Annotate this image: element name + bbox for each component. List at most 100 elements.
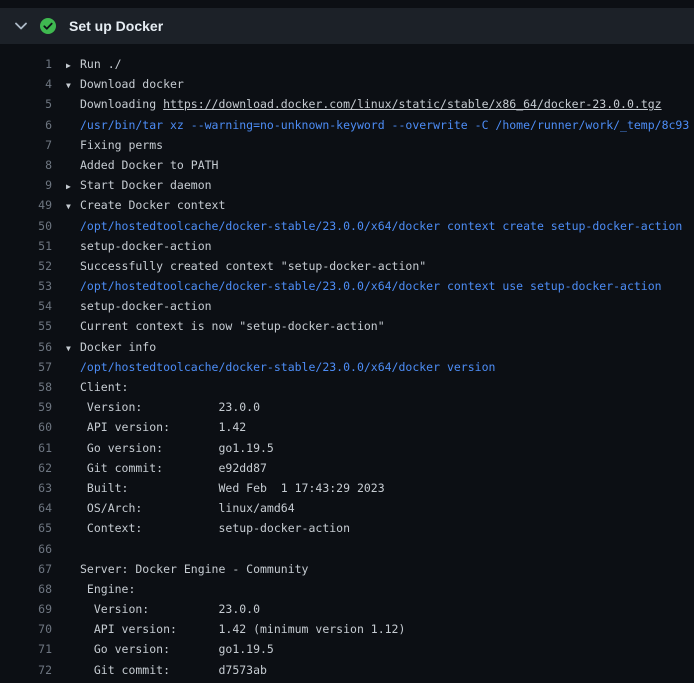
line-content: API version: 1.42 [52, 417, 694, 437]
line-content[interactable]: ▼Docker info [52, 337, 694, 357]
line-number[interactable]: 56 [0, 337, 52, 357]
log-link[interactable]: https://download.docker.com/linux/static… [163, 97, 662, 111]
line-number[interactable]: 53 [0, 276, 52, 296]
line-number[interactable]: 60 [0, 417, 52, 437]
expand-icon[interactable]: ▶ [66, 56, 80, 74]
log-line: 4▼Download docker [0, 74, 694, 94]
line-number[interactable]: 1 [0, 54, 52, 74]
group-label: Download docker [80, 77, 184, 91]
log-text: setup-docker-action [80, 239, 212, 253]
line-number[interactable]: 7 [0, 135, 52, 155]
group-label: Start Docker daemon [80, 178, 212, 192]
step-title: Set up Docker [69, 18, 163, 34]
line-content: OS/Arch: linux/amd64 [52, 498, 694, 518]
log-line: 52 Successfully created context "setup-do… [0, 256, 694, 276]
log-line: 58 Client: [0, 377, 694, 397]
log-line: 72 Git commit: d7573ab [0, 660, 694, 680]
line-number[interactable]: 58 [0, 377, 52, 397]
line-content [52, 539, 694, 559]
log-text: Fixing perms [80, 138, 163, 152]
log-line: 50/opt/hostedtoolcache/docker-stable/23.… [0, 216, 694, 236]
line-number[interactable]: 72 [0, 660, 52, 680]
line-content: Downloading https://download.docker.com/… [52, 94, 694, 114]
line-number[interactable]: 71 [0, 639, 52, 659]
log-line: 5Downloading https://download.docker.com… [0, 94, 694, 114]
line-content[interactable]: ▼Download docker [52, 74, 694, 94]
line-number[interactable]: 67 [0, 559, 52, 579]
log-text: Successfully created context "setup-dock… [80, 259, 426, 273]
command-text: /opt/hostedtoolcache/docker-stable/23.0.… [80, 360, 495, 374]
line-number[interactable]: 6 [0, 115, 52, 135]
line-number[interactable]: 55 [0, 316, 52, 336]
line-content[interactable]: ▶Start Docker daemon [52, 175, 694, 195]
group-label: Create Docker context [80, 198, 225, 212]
line-content[interactable]: ▼Create Docker context [52, 195, 694, 215]
chevron-down-icon[interactable] [15, 22, 27, 30]
line-number[interactable]: 61 [0, 438, 52, 458]
line-number[interactable]: 69 [0, 599, 52, 619]
line-content: Git commit: e92dd87 [52, 458, 694, 478]
log-text: API version: 1.42 (minimum version 1.12) [80, 622, 405, 636]
line-content: Version: 23.0.0 [52, 599, 694, 619]
line-content: Fixing perms [52, 135, 694, 155]
collapse-icon[interactable]: ▼ [66, 76, 80, 94]
line-number[interactable]: 5 [0, 94, 52, 114]
log-line: 64 OS/Arch: linux/amd64 [0, 498, 694, 518]
line-number[interactable]: 62 [0, 458, 52, 478]
log: 1▶Run ./4▼Download docker5Downloading ht… [0, 44, 694, 680]
collapse-icon[interactable]: ▼ [66, 197, 80, 215]
line-number[interactable]: 54 [0, 296, 52, 316]
log-text: Go version: go1.19.5 [80, 642, 274, 656]
log-line: 71 Go version: go1.19.5 [0, 639, 694, 659]
log-text: Server: Docker Engine - Community [80, 562, 308, 576]
line-number[interactable]: 64 [0, 498, 52, 518]
expand-icon[interactable]: ▶ [66, 177, 80, 195]
log-line: 70 API version: 1.42 (minimum version 1.… [0, 619, 694, 639]
log-text: Engine: [80, 582, 135, 596]
line-number[interactable]: 70 [0, 619, 52, 639]
log-text: Client: [80, 380, 128, 394]
command-text: /opt/hostedtoolcache/docker-stable/23.0.… [80, 219, 682, 233]
line-content: Added Docker to PATH [52, 155, 694, 175]
line-number[interactable]: 49 [0, 195, 52, 215]
line-content: API version: 1.42 (minimum version 1.12) [52, 619, 694, 639]
log-text: OS/Arch: linux/amd64 [80, 501, 295, 515]
step-header[interactable]: Set up Docker [0, 8, 694, 44]
log-line: 9▶Start Docker daemon [0, 175, 694, 195]
line-number[interactable]: 52 [0, 256, 52, 276]
line-number[interactable]: 66 [0, 539, 52, 559]
log-text: setup-docker-action [80, 299, 212, 313]
log-line: 61 Go version: go1.19.5 [0, 438, 694, 458]
line-number[interactable]: 8 [0, 155, 52, 175]
log-line: 55Current context is now "setup-docker-a… [0, 316, 694, 336]
line-content: Go version: go1.19.5 [52, 639, 694, 659]
log-line: 63 Built: Wed Feb 1 17:43:29 2023 [0, 478, 694, 498]
line-content: Current context is now "setup-docker-act… [52, 316, 694, 336]
line-number[interactable]: 57 [0, 357, 52, 377]
line-number[interactable]: 68 [0, 579, 52, 599]
log-line: 62 Git commit: e92dd87 [0, 458, 694, 478]
log-text: API version: 1.42 [80, 420, 246, 434]
line-content: Server: Docker Engine - Community [52, 559, 694, 579]
line-number[interactable]: 4 [0, 74, 52, 94]
line-content[interactable]: ▶Run ./ [52, 54, 694, 74]
line-content: Successfully created context "setup-dock… [52, 256, 694, 276]
command-text: /opt/hostedtoolcache/docker-stable/23.0.… [80, 279, 662, 293]
line-number[interactable]: 59 [0, 397, 52, 417]
log-text: Context: setup-docker-action [80, 521, 350, 535]
line-number[interactable]: 9 [0, 175, 52, 195]
collapse-icon[interactable]: ▼ [66, 339, 80, 357]
line-number[interactable]: 65 [0, 518, 52, 538]
group-label: Docker info [80, 340, 156, 354]
command-text: /usr/bin/tar xz --warning=no-unknown-key… [80, 118, 689, 132]
line-number[interactable]: 50 [0, 216, 52, 236]
line-content: setup-docker-action [52, 296, 694, 316]
group-label: Run ./ [80, 57, 122, 71]
line-number[interactable]: 63 [0, 478, 52, 498]
line-content: /usr/bin/tar xz --warning=no-unknown-key… [52, 115, 694, 135]
log-line: 54 setup-docker-action [0, 296, 694, 316]
line-content: /opt/hostedtoolcache/docker-stable/23.0.… [52, 276, 694, 296]
line-content: Client: [52, 377, 694, 397]
line-content: /opt/hostedtoolcache/docker-stable/23.0.… [52, 357, 694, 377]
line-number[interactable]: 51 [0, 236, 52, 256]
